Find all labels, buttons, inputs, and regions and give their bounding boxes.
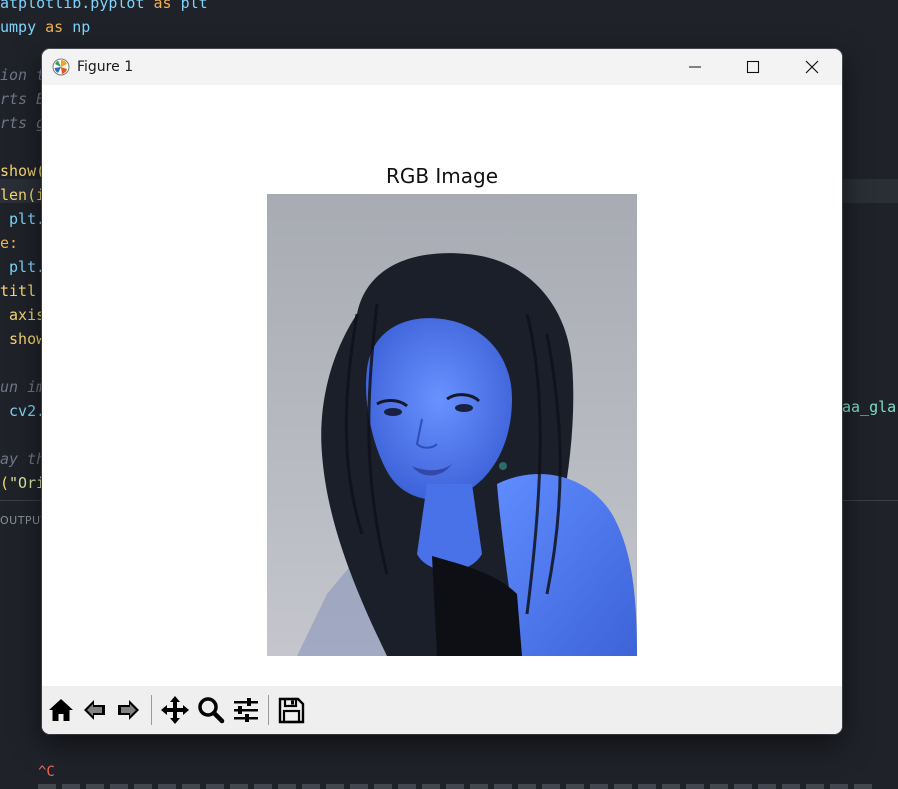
rgb-image-portrait — [267, 194, 637, 656]
code-line: show — [0, 327, 45, 351]
close-button[interactable] — [783, 49, 841, 85]
maximize-button[interactable] — [724, 49, 782, 85]
matplotlib-logo-icon — [52, 58, 70, 76]
magnifier-icon — [198, 697, 225, 724]
code-token: ion t — [0, 66, 46, 84]
code-line: len(i — [0, 183, 45, 207]
code-token: plt. — [0, 258, 46, 276]
figure-canvas[interactable]: RGB Image — [42, 85, 842, 686]
zoom-button[interactable] — [195, 694, 227, 726]
code-token: un im — [0, 378, 46, 396]
minimize-icon — [689, 66, 701, 68]
sliders-icon — [234, 698, 258, 722]
code-line: ("Ori — [0, 471, 45, 495]
close-icon — [805, 60, 819, 74]
code-token: show( — [0, 162, 46, 180]
code-line: e: — [0, 231, 18, 255]
code-line: ion t — [0, 63, 45, 87]
code-token: rts B — [0, 90, 46, 108]
move-icon — [161, 696, 189, 724]
code-token: rts g — [0, 114, 46, 132]
code-token: len(i — [0, 186, 46, 204]
window-titlebar[interactable]: Figure 1 — [42, 49, 842, 85]
code-token: cv2. — [0, 402, 46, 420]
minimize-button[interactable] — [666, 49, 724, 85]
code-line: titl — [0, 279, 36, 303]
terminal-output-line — [38, 784, 878, 789]
code-token: axis — [0, 306, 46, 324]
code-line: plt. — [0, 207, 45, 231]
code-token: atplotlib.pyplot — [0, 0, 154, 12]
home-button[interactable] — [45, 694, 77, 726]
window-title: Figure 1 — [77, 59, 134, 75]
code-token: "Ori — [9, 474, 46, 492]
arrow-left-icon — [84, 700, 105, 720]
code-token: ay th — [0, 450, 46, 468]
output-panel-tab[interactable]: OUTPUT — [0, 514, 48, 527]
pan-button[interactable] — [159, 694, 191, 726]
back-button[interactable] — [79, 694, 111, 726]
code-line: rts B — [0, 87, 45, 111]
code-line: un im — [0, 375, 45, 399]
code-line: rts g — [0, 111, 45, 135]
code-token: as — [45, 18, 73, 36]
code-token: as — [153, 0, 181, 12]
code-token: umpy — [0, 18, 46, 36]
toolbar-separator — [151, 695, 152, 725]
code-token: plt. — [0, 210, 46, 228]
code-line: ay th — [0, 447, 45, 471]
code-line: atplotlib.pyplot as plt — [0, 0, 208, 15]
terminal-interrupt-text: ^C — [38, 764, 55, 780]
maximize-icon — [746, 60, 760, 74]
code-line: show( — [0, 159, 45, 183]
code-token: show — [0, 330, 46, 348]
figure-window: Figure 1 RGB Image — [42, 49, 842, 734]
code-token: e: — [0, 234, 19, 252]
toolbar-separator — [268, 695, 269, 725]
code-token: ( — [0, 474, 10, 492]
code-line: axis — [0, 303, 45, 327]
floppy-disk-icon — [278, 697, 305, 724]
home-icon — [49, 699, 73, 721]
code-line: cv2. — [0, 399, 45, 423]
code-token: np — [72, 18, 91, 36]
code-line: umpy as np — [0, 15, 90, 39]
navigation-toolbar — [42, 686, 842, 734]
code-fragment-right: aa_gla — [842, 398, 897, 416]
forward-button[interactable] — [112, 694, 144, 726]
code-line: plt. — [0, 255, 45, 279]
save-button[interactable] — [275, 694, 307, 726]
code-token: plt — [180, 0, 208, 12]
arrow-right-icon — [118, 700, 139, 720]
configure-subplots-button[interactable] — [230, 694, 262, 726]
plot-title: RGB Image — [385, 164, 499, 188]
code-token: titl — [0, 282, 37, 300]
